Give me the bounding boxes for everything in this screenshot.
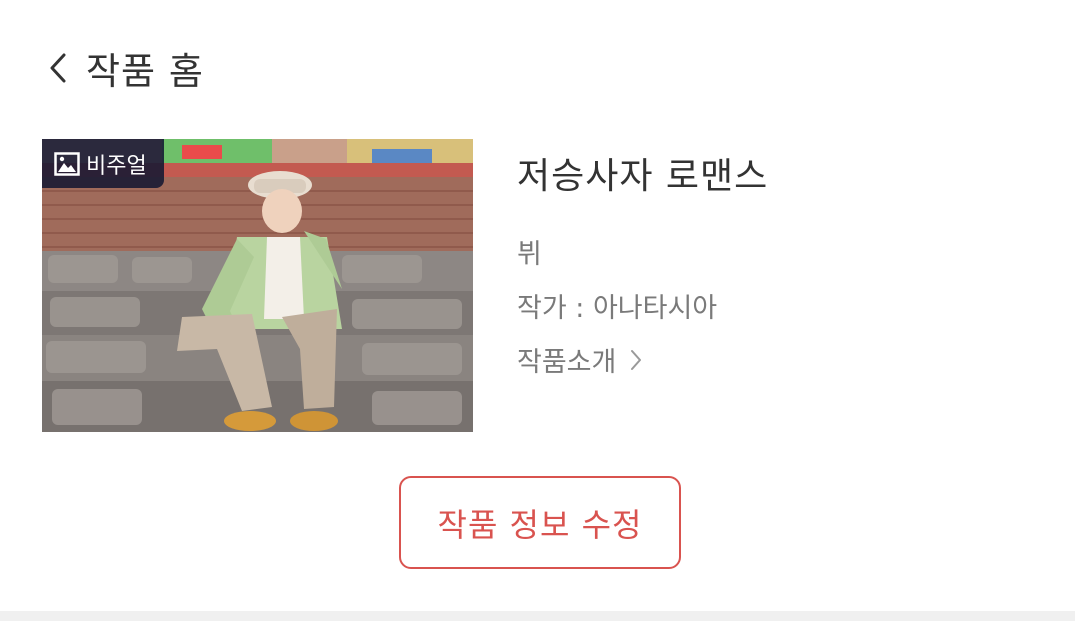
image-icon (54, 151, 80, 176)
work-info: 저승사자 로맨스 뷔 작가 : 아나타시아 작품소개 (517, 140, 769, 378)
cover-image[interactable]: 비주얼 (42, 139, 473, 432)
visual-badge-label: 비주얼 (86, 153, 147, 179)
back-arrow-icon[interactable] (48, 52, 72, 84)
page-header: 작품 홈 (48, 40, 204, 96)
intro-link[interactable]: 작품소개 (517, 340, 644, 379)
edit-work-info-button[interactable]: 작품 정보 수정 (399, 476, 681, 569)
intro-link-label: 작품소개 (517, 347, 617, 378)
section-divider (0, 611, 1075, 621)
work-title: 저승사자 로맨스 (517, 156, 769, 197)
visual-badge: 비주얼 (42, 139, 164, 188)
character-name: 뷔 (517, 239, 542, 270)
chevron-right-icon (630, 347, 644, 373)
page-title: 작품 홈 (86, 50, 204, 93)
author-line: 작가 : 아나타시아 (517, 293, 718, 324)
